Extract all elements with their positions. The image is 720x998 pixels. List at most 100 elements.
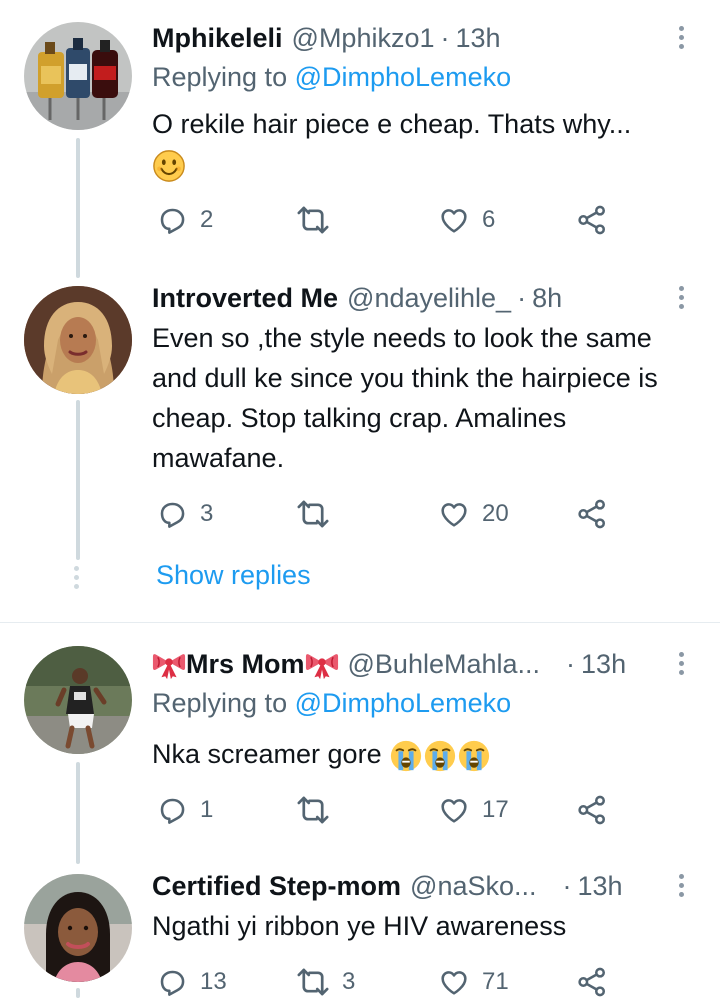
replying-to: Replying to @DimphoLemeko bbox=[152, 62, 511, 93]
tweet-text: Ngathi yi ribbon ye HIV awareness bbox=[152, 911, 567, 941]
divider bbox=[0, 622, 720, 623]
ribbon-emoji bbox=[305, 647, 339, 681]
retweet-icon bbox=[296, 497, 330, 531]
retweet-button[interactable] bbox=[296, 790, 342, 830]
more-icon[interactable] bbox=[674, 286, 688, 309]
separator-dot: · bbox=[517, 282, 527, 313]
like-count: 6 bbox=[482, 206, 496, 233]
replying-to-prefix: Replying to bbox=[152, 688, 295, 718]
like-count: 20 bbox=[482, 500, 509, 527]
tweet[interactable]: Mphikeleli @Mphikzo1 · 13h Replying to @… bbox=[0, 0, 720, 278]
replying-to-prefix: Replying to bbox=[152, 62, 295, 92]
crying-face-emoji bbox=[457, 739, 491, 773]
reply-icon bbox=[156, 498, 188, 530]
display-name[interactable]: Introverted Me bbox=[152, 283, 338, 314]
like-button[interactable]: 17 bbox=[438, 790, 509, 830]
reply-button[interactable]: 3 bbox=[156, 494, 213, 534]
tweet[interactable]: Mrs Mom @BuhleMahla... · 13h Replying to… bbox=[0, 624, 720, 864]
avatar[interactable] bbox=[24, 646, 132, 754]
ribbon-emoji bbox=[152, 647, 186, 681]
tweet-text-container: Nka screamer gore bbox=[152, 734, 692, 774]
tweet-actions: 2 6 bbox=[152, 200, 632, 240]
thread-line bbox=[76, 400, 80, 560]
tweet-text: Nka screamer gore bbox=[152, 739, 382, 769]
crying-face-emoji bbox=[423, 739, 457, 773]
thread-dots-icon bbox=[74, 566, 79, 589]
tweet[interactable]: Introverted Me @ndayelihle_ · 8h Even so… bbox=[0, 270, 720, 620]
like-button[interactable]: 20 bbox=[438, 494, 509, 534]
like-count: 17 bbox=[482, 796, 509, 823]
more-icon[interactable] bbox=[674, 652, 688, 675]
reply-icon bbox=[156, 204, 188, 236]
retweet-count: 3 bbox=[342, 968, 356, 995]
separator-dot: · bbox=[566, 648, 576, 679]
share-icon bbox=[576, 204, 608, 236]
retweet-icon bbox=[296, 965, 330, 998]
reply-button[interactable]: 2 bbox=[156, 200, 213, 240]
like-button[interactable]: 71 bbox=[438, 962, 509, 998]
like-count: 71 bbox=[482, 968, 509, 995]
reply-icon bbox=[156, 966, 188, 998]
share-button[interactable] bbox=[576, 962, 608, 998]
share-button[interactable] bbox=[576, 494, 608, 534]
tweet-text: Even so ,the style needs to look the sam… bbox=[152, 323, 658, 473]
like-button[interactable]: 6 bbox=[438, 200, 495, 240]
timestamp[interactable]: 8h bbox=[532, 283, 562, 314]
reply-button[interactable]: 1 bbox=[156, 790, 213, 830]
tweet-actions: 13 3 71 bbox=[152, 962, 632, 998]
replying-to: Replying to @DimphoLemeko bbox=[152, 688, 511, 719]
thread-line bbox=[76, 762, 80, 864]
reply-count: 13 bbox=[200, 968, 227, 995]
more-icon[interactable] bbox=[674, 874, 688, 897]
user-handle[interactable]: @naSko... bbox=[410, 871, 536, 902]
display-name[interactable]: Certified Step-mom bbox=[152, 871, 401, 902]
share-button[interactable] bbox=[576, 200, 608, 240]
tweet-header: Introverted Me @ndayelihle_ · 8h bbox=[152, 278, 562, 318]
tweet-text: O rekile hair piece e cheap. Thats why..… bbox=[152, 109, 632, 139]
separator-dot: · bbox=[440, 22, 450, 53]
tweet-header: Mrs Mom @BuhleMahla... · 13h bbox=[152, 644, 626, 684]
tweet-actions: 1 17 bbox=[152, 790, 632, 830]
like-icon bbox=[438, 498, 470, 530]
tweet-actions: 3 20 bbox=[152, 494, 632, 534]
reply-count: 3 bbox=[200, 500, 214, 527]
mention-link[interactable]: @DimphoLemeko bbox=[295, 62, 512, 92]
retweet-icon bbox=[296, 793, 330, 827]
like-icon bbox=[438, 794, 470, 826]
crying-face-emoji bbox=[389, 739, 423, 773]
retweet-button[interactable]: 3 bbox=[296, 962, 355, 998]
user-handle[interactable]: @Mphikzo1 bbox=[292, 23, 435, 54]
share-button[interactable] bbox=[576, 790, 608, 830]
share-icon bbox=[576, 966, 608, 998]
thread-line bbox=[76, 138, 80, 278]
reply-button[interactable]: 13 bbox=[156, 962, 227, 998]
reply-count: 1 bbox=[200, 796, 214, 823]
retweet-icon bbox=[296, 203, 330, 237]
timestamp[interactable]: 13h bbox=[578, 871, 623, 902]
smiling-face-emoji bbox=[152, 149, 186, 183]
reply-count: 2 bbox=[200, 206, 214, 233]
retweet-button[interactable] bbox=[296, 494, 342, 534]
show-replies-link[interactable]: Show replies bbox=[156, 560, 311, 591]
tweet[interactable]: Certified Step-mom @naSko... · 13h Ngath… bbox=[0, 854, 720, 998]
avatar[interactable] bbox=[24, 286, 132, 394]
user-handle[interactable]: @BuhleMahla... bbox=[348, 649, 541, 680]
thread-line bbox=[76, 988, 80, 998]
more-icon[interactable] bbox=[674, 26, 688, 49]
display-name[interactable]: Mphikeleli bbox=[152, 23, 283, 54]
like-icon bbox=[438, 204, 470, 236]
display-name[interactable]: Mrs Mom bbox=[186, 649, 305, 680]
avatar[interactable] bbox=[24, 22, 132, 130]
tweet-header: Certified Step-mom @naSko... · 13h bbox=[152, 866, 623, 906]
avatar[interactable] bbox=[24, 874, 132, 982]
separator-dot: · bbox=[562, 870, 572, 901]
mention-link[interactable]: @DimphoLemeko bbox=[295, 688, 512, 718]
reply-icon bbox=[156, 794, 188, 826]
timestamp[interactable]: 13h bbox=[581, 649, 626, 680]
user-handle[interactable]: @ndayelihle_ bbox=[347, 283, 511, 314]
tweet-text-container: O rekile hair piece e cheap. Thats why..… bbox=[152, 104, 692, 184]
share-icon bbox=[576, 498, 608, 530]
retweet-button[interactable] bbox=[296, 200, 342, 240]
like-icon bbox=[438, 966, 470, 998]
timestamp[interactable]: 13h bbox=[456, 23, 501, 54]
